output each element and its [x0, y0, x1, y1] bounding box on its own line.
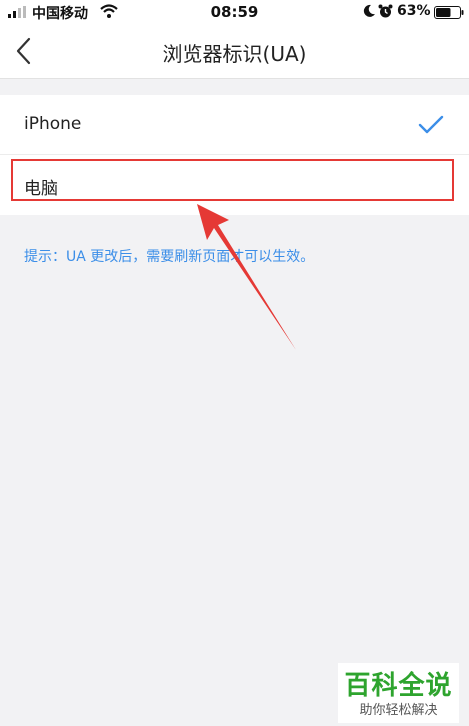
status-bar: 中国移动 08:59 63% — [0, 0, 469, 24]
watermark-subtitle: 助你轻松解决 — [359, 703, 438, 718]
highlight-box — [11, 159, 454, 201]
moon-icon — [363, 4, 375, 17]
battery-percent: 63% — [397, 3, 431, 19]
navigation-bar: 浏览器标识(UA) — [0, 24, 469, 79]
option-label: iPhone — [24, 114, 82, 134]
checkmark-icon — [418, 115, 444, 134]
option-iphone[interactable]: iPhone — [0, 95, 469, 155]
watermark-logo: 百科全说 助你轻松解决 — [338, 663, 459, 723]
page-title: 浏览器标识(UA) — [162, 42, 307, 66]
hint-text: 提示：UA 更改后，需要刷新页面才可以生效。 — [24, 249, 315, 265]
watermark-title: 百科全说 — [344, 671, 453, 701]
battery-icon — [434, 6, 464, 19]
alarm-icon — [378, 4, 393, 18]
